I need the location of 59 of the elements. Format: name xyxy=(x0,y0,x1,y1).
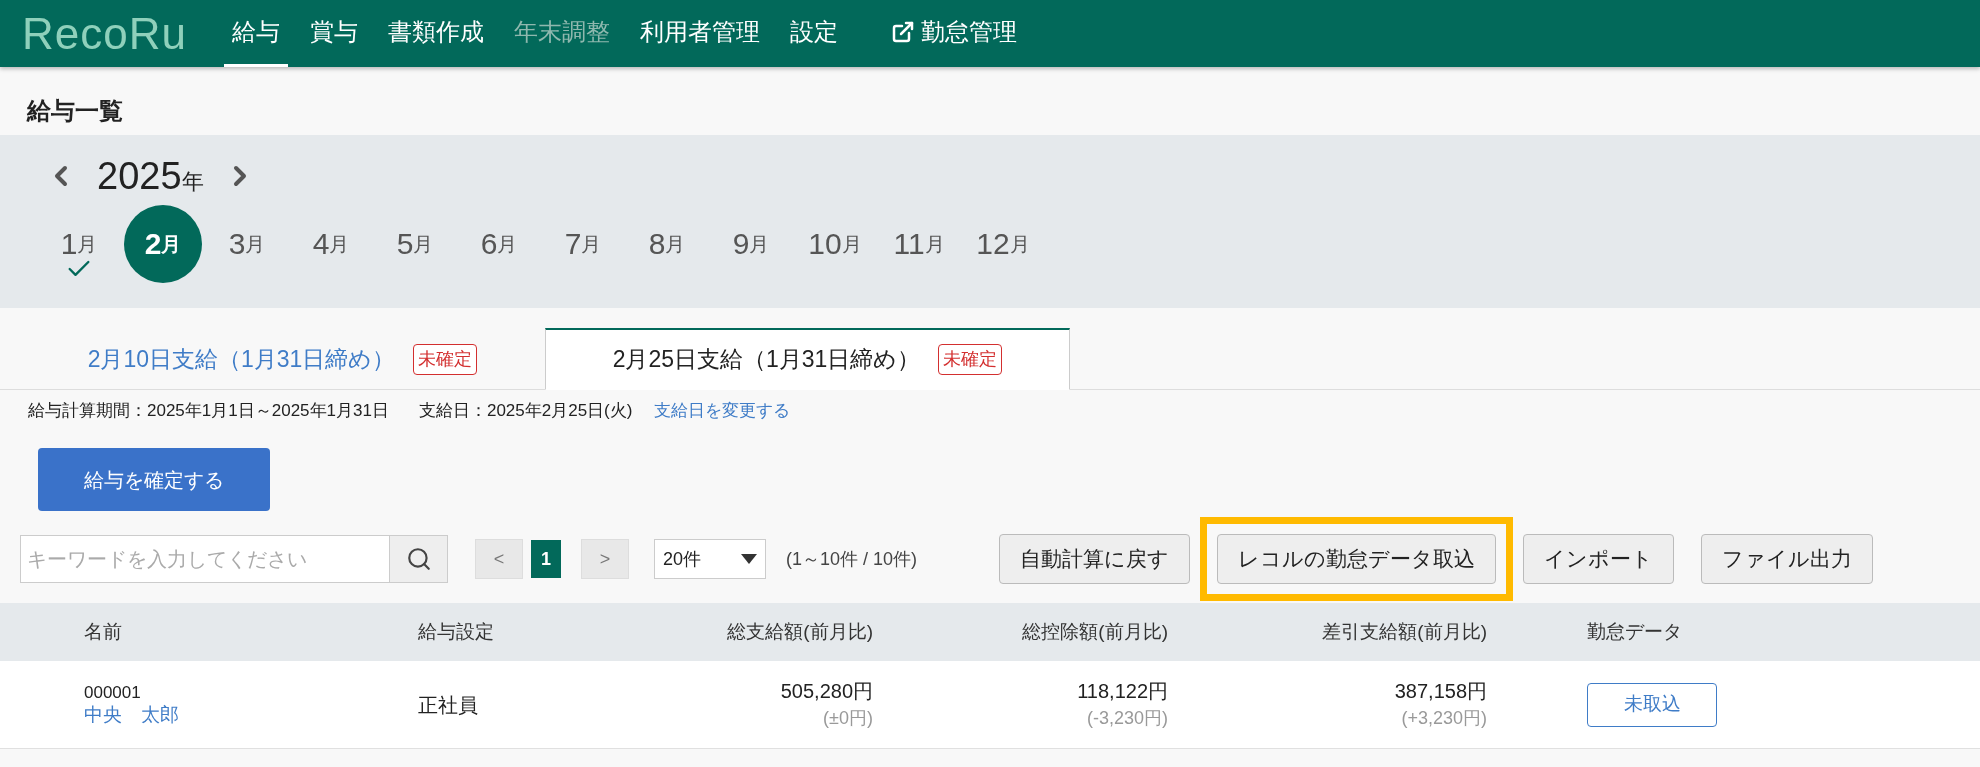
page-button[interactable]: 1 xyxy=(531,540,561,578)
toolbar-button[interactable]: ファイル出力 xyxy=(1701,534,1874,584)
column-header: 総控除額(前月比) xyxy=(1021,619,1168,644)
month-tab[interactable]: 10月 xyxy=(796,205,874,283)
amount-cell-text: 387,158円 xyxy=(1394,679,1487,705)
month-tab[interactable]: 6月 xyxy=(460,205,538,283)
change-pay-date-link[interactable]: 支給日を変更する xyxy=(654,402,791,419)
month-tab[interactable]: 7月 xyxy=(544,205,622,283)
table-cell-text: 正社員 xyxy=(418,692,479,718)
confirm-salary-button[interactable]: 給与を確定する xyxy=(38,448,270,511)
page-title: 給与一覧 xyxy=(25,96,124,126)
nav-link[interactable]: 賞与 xyxy=(301,0,366,67)
nav-link[interactable]: 書類作成 xyxy=(379,0,492,67)
result-count-text: (1～10件 / 10件) xyxy=(786,547,918,571)
per-page-select[interactable]: 20件 xyxy=(654,539,766,579)
nav-link[interactable]: 給与 xyxy=(223,0,288,67)
pay-date-text: 支給日：2025年2月25日(火) xyxy=(418,402,633,419)
month-tab[interactable]: 2月 xyxy=(124,205,202,283)
previous-page-button[interactable]: < xyxy=(475,539,523,579)
amount-cell-text: 118,122円 xyxy=(1077,679,1168,705)
year-label: 2025年 xyxy=(97,157,204,195)
amount-cell-text: 505,280円 xyxy=(780,679,873,705)
month-tab[interactable]: 4月 xyxy=(292,205,370,283)
month-tab[interactable]: 5月 xyxy=(376,205,454,283)
status-badge: 未確定 xyxy=(413,343,478,375)
month-tab[interactable]: 8月 xyxy=(628,205,706,283)
month-tab[interactable]: 3月 xyxy=(208,205,286,283)
employee-id: 000001 xyxy=(84,682,142,704)
payday-tab[interactable]: 2月10日支給（1月31日締め） 未確定 xyxy=(20,328,545,390)
difference-text: (-3,230円) xyxy=(1086,706,1168,730)
month-tab[interactable]: 12月 xyxy=(964,205,1042,283)
next-page-button[interactable]: > xyxy=(581,539,629,579)
employee-name-link[interactable]: 中央 太郎 xyxy=(84,703,418,727)
difference-text: (+3,230円) xyxy=(1401,706,1487,730)
nav-link[interactable]: 勤怠管理 xyxy=(882,0,1025,67)
month-tab[interactable]: 1月 xyxy=(40,205,118,283)
column-header: 勤怠データ xyxy=(1586,619,1683,644)
toolbar-button[interactable]: レコルの勤怠データ取込 xyxy=(1217,534,1497,584)
external-link-icon xyxy=(890,20,915,44)
search-field[interactable]: キーワードを入力してください xyxy=(20,535,390,583)
column-header: 給与設定 xyxy=(418,619,495,644)
month-tab[interactable]: 11月 xyxy=(880,205,958,283)
column-header: 総支給額(前月比) xyxy=(726,619,873,644)
nav-link[interactable]: 設定 xyxy=(781,0,846,67)
toolbar-button[interactable]: 自動計算に戻す xyxy=(999,534,1191,584)
month-tab[interactable]: 9月 xyxy=(712,205,790,283)
payday-tab[interactable]: 2月25日支給（1月31日締め） 未確定 xyxy=(545,328,1070,390)
pay-period-text: 給与計算期間：2025年1月1日～2025年1月31日 xyxy=(28,402,389,419)
status-badge: 未確定 xyxy=(938,344,1003,375)
column-header: 名前 xyxy=(83,619,123,644)
logo[interactable]: RecoRu xyxy=(22,11,187,56)
toolbar-button[interactable]: インポート xyxy=(1523,534,1675,584)
difference-text: (±0円) xyxy=(823,706,873,730)
search-icon xyxy=(405,546,432,572)
dropdown-caret-icon xyxy=(741,554,757,564)
attendance-status-button[interactable]: 未取込 xyxy=(1587,682,1717,727)
nav-link[interactable]: 利用者管理 xyxy=(631,0,768,67)
column-header: 差引支給額(前月比) xyxy=(1321,619,1487,644)
search-button[interactable] xyxy=(390,535,448,583)
